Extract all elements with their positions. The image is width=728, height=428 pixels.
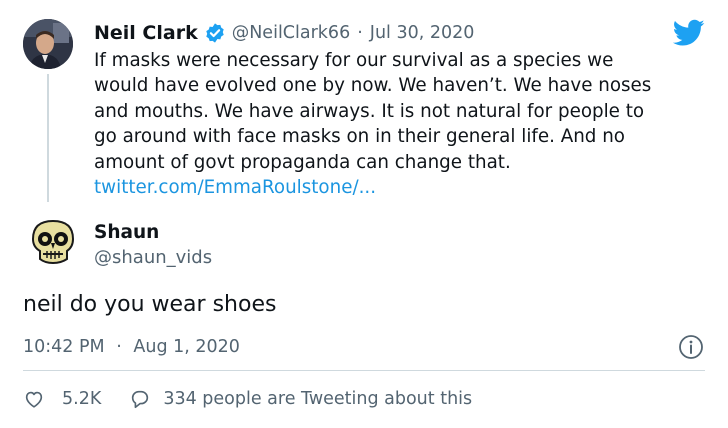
reply-bubble-icon[interactable] — [129, 388, 151, 410]
tweet-link[interactable]: twitter.com/EmmaRoulstone/... — [94, 175, 654, 200]
reply-time: 10:42 PM — [23, 337, 105, 357]
shaun-avatar[interactable] — [23, 213, 79, 269]
quoted-tweet-header: Neil Clark @NeilClark66 · Jul 30, 2020 — [94, 20, 474, 46]
tweet-line: go around with face masks on in their ge… — [94, 126, 625, 148]
tweet-line: would have evolved one by now. We haven’… — [94, 75, 652, 97]
info-icon[interactable] — [678, 334, 704, 360]
tweet-line: If masks were necessary for our survival… — [94, 50, 614, 71]
reply-timestamp[interactable]: 10:42 PM · Aug 1, 2020 — [23, 337, 240, 357]
thread-connector-line — [47, 74, 49, 202]
reply-text: neil do you wear shoes — [23, 292, 277, 317]
author-handle[interactable]: @NeilClark66 — [232, 23, 350, 43]
neil-clark-avatar[interactable] — [23, 19, 73, 69]
verified-badge-icon — [206, 23, 224, 43]
tweeting-count-link[interactable]: 334 people are Tweeting about this — [163, 389, 472, 409]
reply-date: Aug 1, 2020 — [133, 337, 240, 357]
quoted-tweet-body: If masks were necessary for our survival… — [94, 48, 654, 200]
timestamp-separator: · — [116, 337, 122, 357]
twitter-bird-icon[interactable] — [673, 19, 705, 47]
engagement-stats: 5.2K 334 people are Tweeting about this — [23, 386, 472, 412]
heart-icon[interactable] — [23, 388, 45, 410]
reply-author-name[interactable]: Shaun — [94, 222, 159, 243]
reply-author-handle[interactable]: @shaun_vids — [94, 247, 212, 268]
divider — [23, 370, 705, 371]
like-count[interactable]: 5.2K — [62, 389, 101, 409]
meta-separator: · — [357, 23, 363, 43]
tweet-line: and mouths. We have airways. It is not n… — [94, 100, 645, 122]
tweet-line: amount of govt propaganda can change tha… — [94, 151, 511, 173]
author-name[interactable]: Neil Clark — [94, 22, 198, 44]
tweet-date[interactable]: Jul 30, 2020 — [370, 23, 475, 43]
